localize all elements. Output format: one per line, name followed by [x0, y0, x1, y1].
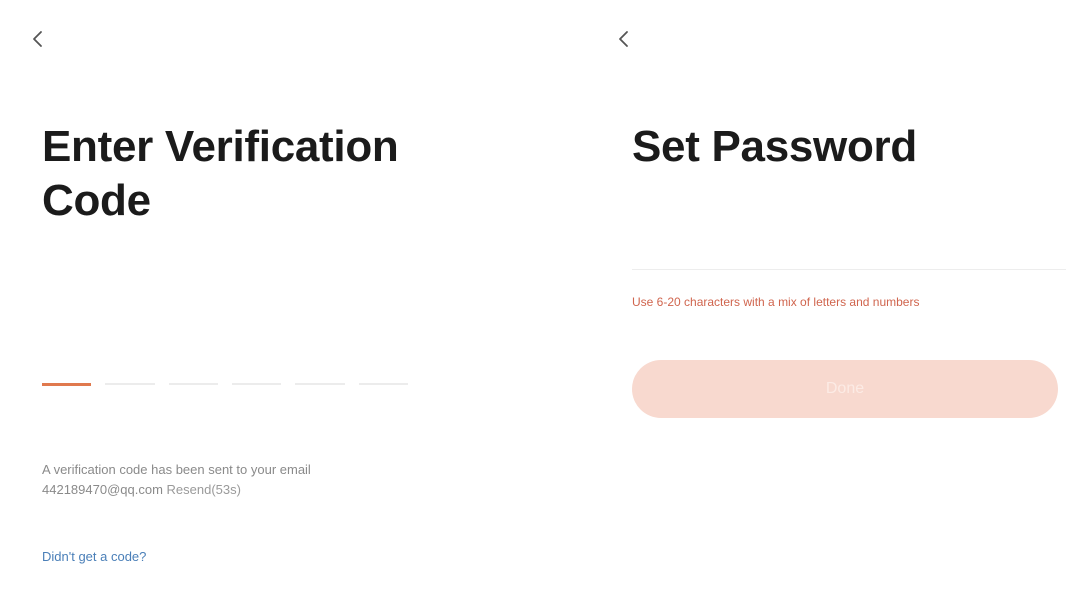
set-password-screen: Set Password Use 6-20 characters with a …	[590, 0, 1066, 589]
back-button[interactable]	[22, 24, 52, 54]
app-stage: Enter Verification Code A verification c…	[0, 0, 1066, 589]
password-field[interactable]	[632, 240, 1066, 270]
done-button[interactable]: Done	[632, 360, 1058, 418]
chevron-left-icon	[619, 31, 628, 47]
verification-code-input[interactable]	[42, 383, 408, 387]
title-line-2: Code	[42, 176, 151, 225]
hint-email: 442189470@qq.com	[42, 482, 163, 497]
resend-countdown[interactable]: Resend(53s)	[167, 482, 241, 497]
title-line-1: Enter Verification	[42, 122, 399, 171]
page-title: Set Password	[632, 122, 917, 171]
page-title: Enter Verification Code	[42, 120, 399, 228]
code-slot[interactable]	[105, 383, 155, 385]
chevron-left-icon	[33, 31, 42, 47]
code-slot[interactable]	[168, 383, 218, 385]
back-button[interactable]	[608, 24, 638, 54]
code-slot[interactable]	[42, 383, 92, 386]
hint-line: A verification code has been sent to you…	[42, 462, 311, 477]
password-hint: Use 6-20 characters with a mix of letter…	[632, 295, 920, 309]
code-slot[interactable]	[295, 383, 345, 385]
code-slot[interactable]	[231, 383, 282, 385]
verification-screen: Enter Verification Code A verification c…	[0, 0, 470, 589]
code-slot[interactable]	[358, 383, 408, 385]
verification-hint: A verification code has been sent to you…	[42, 460, 452, 500]
didnt-get-code-link[interactable]: Didn't get a code?	[42, 549, 146, 564]
